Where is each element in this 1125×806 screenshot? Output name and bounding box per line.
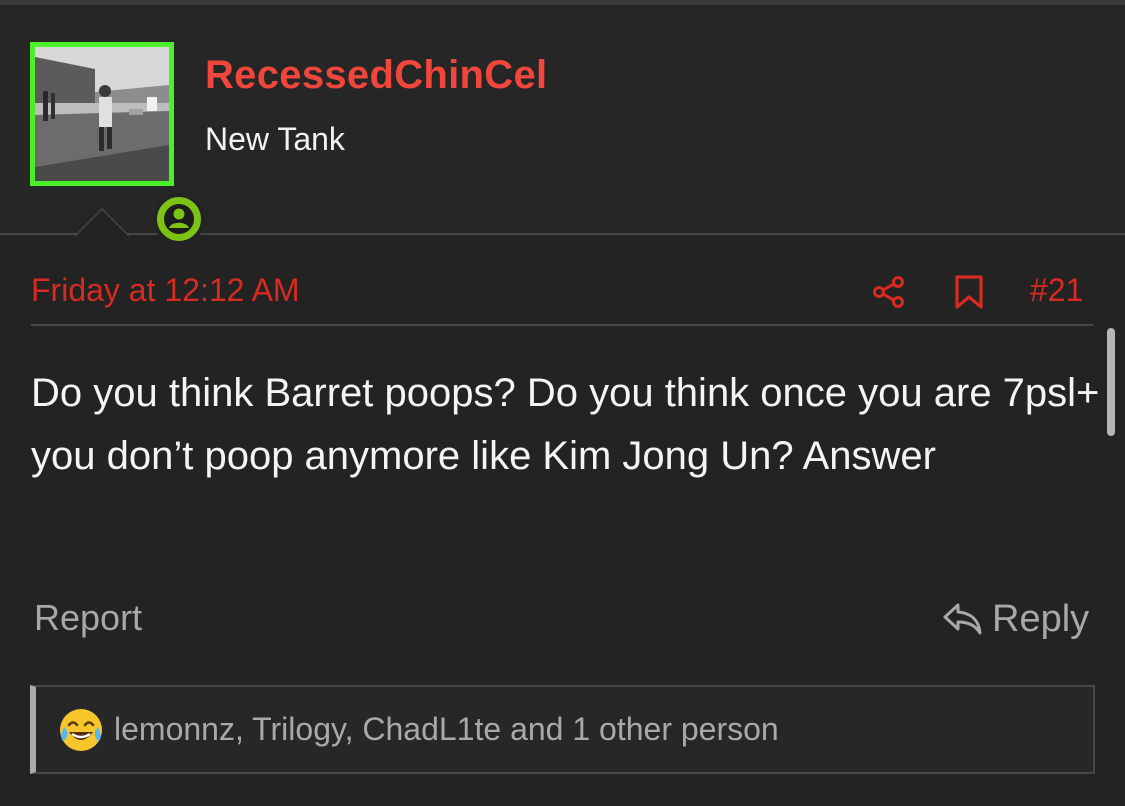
reply-button[interactable]: Reply: [942, 597, 1089, 641]
scrollbar-thumb[interactable]: [1107, 328, 1115, 436]
bookmark-icon[interactable]: [953, 274, 985, 310]
user-title: New Tank: [205, 121, 345, 157]
reactions-bar[interactable]: lemonnz, Trilogy, ChadL1te and 1 other p…: [30, 685, 1095, 774]
header-pointer: [74, 208, 130, 236]
post-body: Do you think Barret poops? Do you think …: [31, 371, 1100, 478]
meta-divider: [31, 324, 1093, 326]
reply-label: Reply: [992, 597, 1090, 640]
report-button[interactable]: Report: [34, 597, 142, 639]
post-date-link[interactable]: Friday at 12:12 AM: [31, 272, 300, 309]
online-status-badge: [153, 193, 205, 245]
user-header: RecessedChinCel New Tank: [0, 5, 1125, 245]
avatar-photo: [35, 47, 169, 181]
online-person-icon: [164, 204, 194, 234]
user-avatar[interactable]: [30, 42, 205, 245]
share-icon[interactable]: [872, 275, 906, 309]
username-link[interactable]: RecessedChinCel: [205, 53, 547, 98]
post-number-link[interactable]: #21: [1030, 272, 1083, 309]
tears-of-joy-emoji-icon: [60, 709, 102, 751]
reaction-summary-link[interactable]: lemonnz, Trilogy, ChadL1te and 1 other p…: [114, 711, 779, 748]
reply-arrow-icon: [943, 603, 982, 635]
